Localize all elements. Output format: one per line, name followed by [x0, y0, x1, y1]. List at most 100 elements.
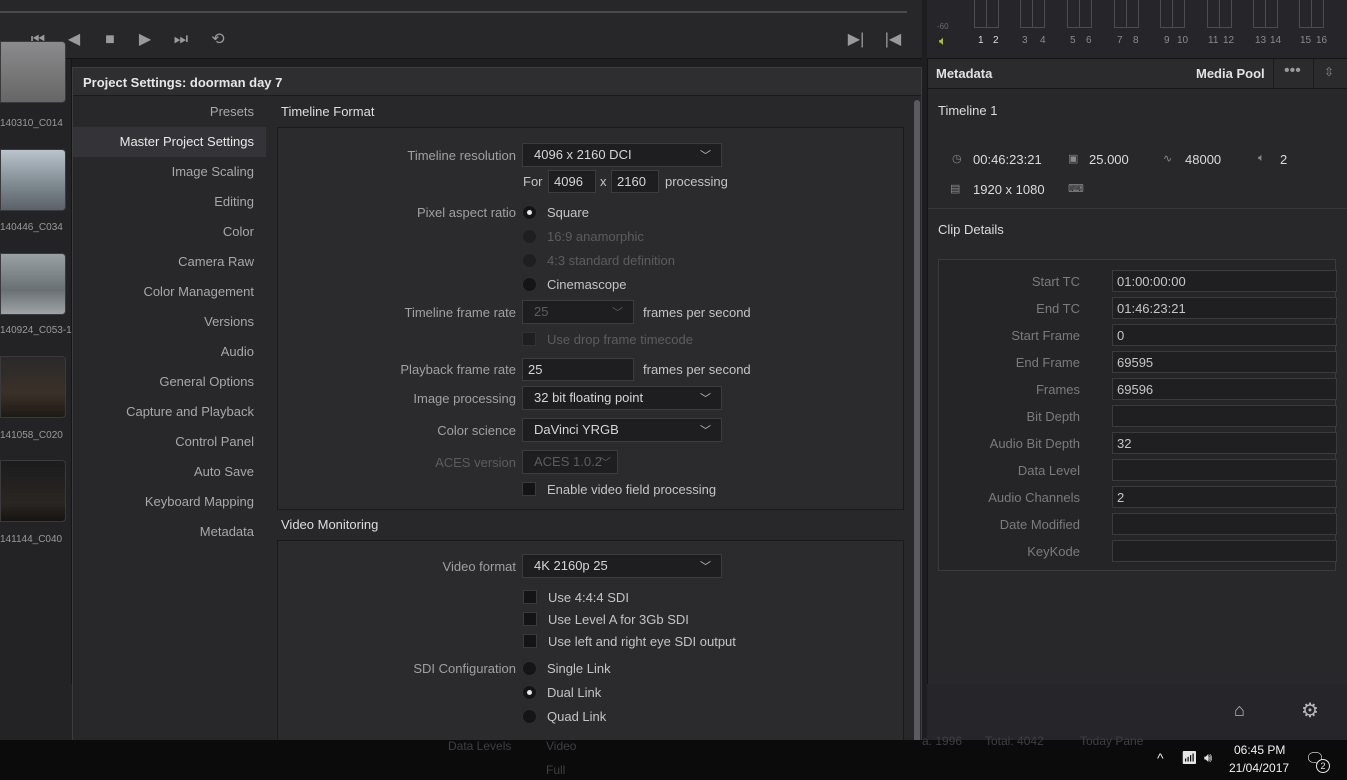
nav-item-editing[interactable]: Editing — [214, 194, 254, 209]
video-format-select[interactable]: 4K 2160p 25 ﹀ — [522, 554, 722, 578]
nav-item-auto-save[interactable]: Auto Save — [194, 464, 254, 479]
play-icon[interactable]: ▶ — [134, 29, 156, 51]
right-footer: ⌂ ⚙ — [927, 684, 1347, 740]
resolution-width-input[interactable]: 4096 — [548, 170, 596, 193]
nav-item-image-scaling[interactable]: Image Scaling — [172, 164, 254, 179]
fps-label: frames per second — [643, 305, 751, 320]
radio-quad-link[interactable] — [522, 709, 537, 724]
clock-icon: ◷ — [952, 153, 962, 165]
frames-field[interactable]: 69596 — [1112, 378, 1337, 400]
wifi-icon[interactable]: 📶︎ — [1181, 750, 1198, 766]
playback-rate-label: Playback frame rate — [400, 362, 516, 377]
aces-version-label: ACES version — [435, 455, 516, 470]
timeline-resolution-select[interactable]: 4096 x 2160 DCI ﹀ — [522, 143, 722, 167]
loop-icon[interactable]: ⟲ — [207, 29, 229, 51]
drop-frame-checkbox — [522, 332, 536, 346]
more-options-icon[interactable]: ••• — [1284, 62, 1301, 80]
end-tc-field[interactable]: 01:46:23:21 — [1112, 297, 1337, 319]
keykode-field[interactable] — [1112, 540, 1337, 562]
clip-thumbnail[interactable] — [0, 356, 66, 418]
clip-thumbnail[interactable] — [0, 253, 66, 315]
nav-item-metadata[interactable]: Metadata — [200, 524, 254, 539]
meter-15-16 — [1299, 0, 1324, 28]
bit-depth-field[interactable] — [1112, 405, 1337, 427]
nav-item-color[interactable]: Color — [223, 224, 254, 239]
level-a-checkbox[interactable] — [523, 612, 537, 626]
use-444-sdi-checkbox[interactable] — [523, 590, 537, 604]
nav-item-audio[interactable]: Audio — [221, 344, 254, 359]
radio-square[interactable] — [522, 205, 537, 220]
nav-item-master-project-settings[interactable]: Master Project Settings — [120, 134, 254, 149]
playback-rate-input[interactable]: 25 — [522, 358, 634, 381]
timeline-resolution-value: 1920 x 1080 — [973, 182, 1045, 197]
field-label: Audio Channels — [988, 490, 1080, 505]
volume-icon[interactable]: 🔊︎ — [1204, 750, 1212, 766]
meter-label: 13 — [1255, 35, 1267, 46]
processing-label: processing — [665, 174, 728, 189]
audio-channels-field[interactable]: 2 — [1112, 486, 1337, 508]
data-level-field[interactable] — [1112, 459, 1337, 481]
nav-item-general-options[interactable]: General Options — [159, 374, 254, 389]
nav-item-presets[interactable]: Presets — [210, 104, 254, 119]
clip-thumbnail[interactable] — [0, 460, 66, 522]
nav-item-capture-playback[interactable]: Capture and Playback — [126, 404, 254, 419]
dialog-scrollbar[interactable] — [914, 100, 920, 745]
radio-standard-definition — [522, 253, 537, 268]
nav-item-color-management[interactable]: Color Management — [143, 284, 254, 299]
option-single-link: Single Link — [547, 661, 611, 676]
meter-11-12 — [1207, 0, 1232, 28]
field-processing-checkbox[interactable] — [522, 482, 536, 496]
radio-single-link[interactable] — [522, 661, 537, 676]
nav-item-control-panel[interactable]: Control Panel — [175, 434, 254, 449]
field-label: Data Level — [1017, 463, 1080, 478]
radio-dual-link[interactable] — [522, 685, 537, 700]
play-reverse-icon[interactable]: ◀ — [63, 29, 85, 51]
end-frame-field[interactable]: 69595 — [1112, 351, 1337, 373]
stop-icon[interactable]: ■ — [99, 29, 121, 51]
color-science-value: DaVinci YRGB — [534, 422, 619, 437]
meter-db-label: -60 — [937, 22, 949, 31]
gear-icon[interactable]: ⚙ — [1301, 698, 1319, 723]
clock-date[interactable]: 21/04/2017 — [1229, 761, 1289, 775]
start-tc-field[interactable]: 01:00:00:00 — [1112, 270, 1337, 292]
pixel-aspect-label: Pixel aspect ratio — [417, 205, 516, 220]
x-label: x — [600, 174, 607, 189]
tab-media-pool[interactable]: Media Pool — [1196, 66, 1265, 81]
speaker-icon[interactable]: 🔈︎ — [939, 33, 947, 49]
ghost-status-mid: Total: 4042 — [985, 734, 1044, 748]
chevron-up-icon[interactable]: ^ — [1157, 750, 1164, 766]
option-anamorphic: 16:9 anamorphic — [547, 229, 644, 244]
frame-rate-label: Timeline frame rate — [404, 305, 517, 320]
audio-bit-depth-field[interactable]: 32 — [1112, 432, 1337, 454]
image-processing-select[interactable]: 32 bit floating point ﹀ — [522, 386, 722, 410]
clip-thumbnail[interactable] — [0, 149, 66, 211]
frame-rate-value: 25 — [534, 304, 549, 319]
color-science-select[interactable]: DaVinci YRGB ﹀ — [522, 418, 722, 442]
start-frame-field[interactable]: 0 — [1112, 324, 1337, 346]
stereo-sdi-checkbox[interactable] — [523, 634, 537, 648]
nav-item-camera-raw[interactable]: Camera Raw — [178, 254, 254, 269]
meter-label: 3 — [1022, 35, 1028, 46]
prev-edit-icon[interactable]: |◀ — [882, 29, 904, 51]
expand-collapse-icon[interactable]: ⇳ — [1324, 65, 1334, 79]
next-edit-icon[interactable]: ▶| — [845, 29, 867, 51]
jump-end-icon[interactable]: ⏭ — [170, 29, 192, 51]
nav-item-versions[interactable]: Versions — [204, 314, 254, 329]
stereo-sdi-label: Use left and right eye SDI output — [548, 634, 736, 649]
scrub-bar[interactable] — [0, 11, 907, 13]
notification-count: 2 — [1316, 759, 1330, 773]
tab-metadata[interactable]: Metadata — [936, 66, 992, 81]
clock-time[interactable]: 06:45 PM — [1234, 743, 1285, 757]
field-label: Bit Depth — [1026, 409, 1080, 424]
meter-label: 16 — [1316, 35, 1328, 46]
clip-thumbnail[interactable] — [0, 41, 66, 103]
nav-item-keyboard-mapping[interactable]: Keyboard Mapping — [145, 494, 254, 509]
date-modified-field[interactable] — [1112, 513, 1337, 535]
media-strip: 140310_C014 140446_C034 140924_C053-1 14… — [0, 41, 72, 684]
resolution-height-input[interactable]: 2160 — [611, 170, 659, 193]
radio-cinemascope[interactable] — [522, 277, 537, 292]
field-label: Audio Bit Depth — [989, 436, 1080, 451]
timeline-resolution-label: Timeline resolution — [407, 148, 516, 163]
home-icon[interactable]: ⌂ — [1234, 700, 1245, 721]
chevron-down-icon: ﹀ — [700, 425, 711, 437]
